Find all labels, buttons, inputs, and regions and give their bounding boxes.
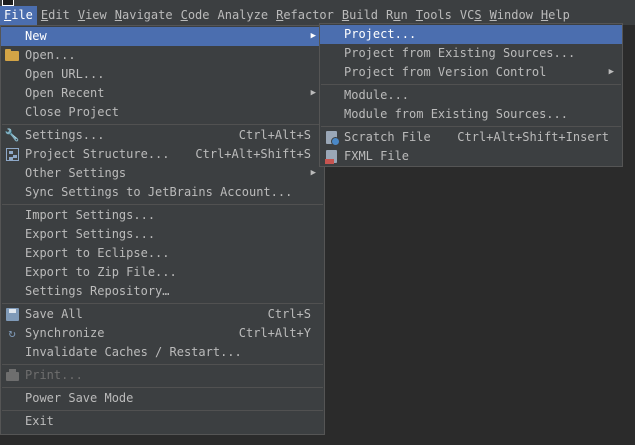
new-scratch-file-label: Scratch File <box>344 130 431 144</box>
file-invalidate-caches-item[interactable]: Invalidate Caches / Restart... <box>1 343 324 362</box>
file-open-recent-label: Open Recent <box>25 86 105 100</box>
shortcut-text: Ctrl+S <box>267 307 311 321</box>
file-open-url-item[interactable]: Open URL... <box>1 65 324 84</box>
submenu-arrow-icon: ▶ <box>310 31 316 41</box>
file-new-item[interactable]: New ▶ <box>1 27 324 46</box>
file-export-zip-item[interactable]: Export to Zip File... <box>1 263 324 282</box>
new-module-existing-label: Module from Existing Sources... <box>344 107 568 121</box>
new-fxml-file-item[interactable]: FXML File <box>320 147 622 166</box>
new-project-existing-label: Project from Existing Sources... <box>344 46 576 60</box>
file-project-structure-label: Project Structure... <box>25 147 170 161</box>
file-export-eclipse-label: Export to Eclipse... <box>25 246 170 260</box>
menu-view[interactable]: View <box>74 6 111 25</box>
new-fxml-file-label: FXML File <box>344 149 410 163</box>
shortcut-text: Ctrl+Alt+Shift+Insert <box>457 130 609 144</box>
file-other-settings-item[interactable]: Other Settings ▶ <box>1 164 324 183</box>
file-open-label: Open... <box>25 48 76 62</box>
file-export-settings-label: Export Settings... <box>25 227 156 241</box>
new-project-label: Project... <box>344 27 417 41</box>
file-project-structure-item[interactable]: Project Structure... Ctrl+Alt+Shift+S <box>1 145 324 164</box>
file-power-save-label: Power Save Mode <box>25 391 134 405</box>
file-sync-settings-item[interactable]: Sync Settings to JetBrains Account... <box>1 183 324 202</box>
file-export-settings-item[interactable]: Export Settings... <box>1 225 324 244</box>
submenu-arrow-icon: ▶ <box>310 168 316 178</box>
new-project-vcs-label: Project from Version Control <box>344 65 547 79</box>
sync-icon: ↻ <box>8 326 16 340</box>
file-settings-repository-item[interactable]: Settings Repository… <box>1 282 324 301</box>
file-exit-label: Exit <box>25 414 54 428</box>
new-scratch-file-item[interactable]: Scratch File Ctrl+Alt+Shift+Insert <box>320 128 622 147</box>
file-save-all-label: Save All <box>25 307 83 321</box>
file-close-project-label: Close Project <box>25 105 119 119</box>
submenu-arrow-icon: ▶ <box>608 67 614 77</box>
submenu-arrow-icon: ▶ <box>310 88 316 98</box>
menu-analyze[interactable]: Analyze <box>214 6 273 25</box>
file-synchronize-label: Synchronize <box>25 326 105 340</box>
file-synchronize-item[interactable]: ↻ Synchronize Ctrl+Alt+Y <box>1 324 324 343</box>
printer-icon <box>4 368 20 383</box>
file-power-save-item[interactable]: Power Save Mode <box>1 389 324 408</box>
file-new-label: New <box>25 29 47 43</box>
shortcut-text: Ctrl+Alt+Y <box>238 326 311 340</box>
file-other-settings-label: Other Settings <box>25 166 127 180</box>
file-open-recent-item[interactable]: Open Recent ▶ <box>1 84 324 103</box>
file-open-item[interactable]: Open... <box>1 46 324 65</box>
file-open-url-label: Open URL... <box>25 67 105 81</box>
menu-navigate[interactable]: Navigate <box>111 6 177 25</box>
file-save-all-item[interactable]: Save All Ctrl+S <box>1 305 324 324</box>
new-project-existing-item[interactable]: Project from Existing Sources... <box>320 44 622 63</box>
scratch-file-icon <box>323 130 340 146</box>
shortcut-text: Ctrl+Alt+Shift+S <box>195 147 311 161</box>
menu-separator <box>2 364 323 365</box>
file-import-settings-item[interactable]: Import Settings... <box>1 206 324 225</box>
menu-separator <box>321 126 621 127</box>
menu-edit[interactable]: Edit <box>37 6 74 25</box>
file-menu-dropdown: New ▶ Open... Open URL... Open Recent ▶ … <box>0 25 325 435</box>
file-settings-repository-label: Settings Repository… <box>25 284 170 298</box>
menu-file[interactable]: File <box>0 6 37 25</box>
file-export-eclipse-item[interactable]: Export to Eclipse... <box>1 244 324 263</box>
file-exit-item[interactable]: Exit <box>1 412 324 431</box>
file-print-item: Print... <box>1 366 324 385</box>
menu-separator <box>2 303 323 304</box>
new-project-item[interactable]: Project... <box>320 25 622 44</box>
file-settings-item[interactable]: 🔧 Settings... Ctrl+Alt+S <box>1 126 324 145</box>
new-submenu-dropdown: Project... Project from Existing Sources… <box>319 23 623 167</box>
file-print-label: Print... <box>25 368 83 382</box>
save-icon <box>4 307 20 322</box>
file-import-settings-label: Import Settings... <box>25 208 156 222</box>
wrench-icon: 🔧 <box>4 128 20 142</box>
file-settings-label: Settings... <box>25 128 105 142</box>
new-module-label: Module... <box>344 88 410 102</box>
file-sync-settings-label: Sync Settings to JetBrains Account... <box>25 185 293 199</box>
shortcut-text: Ctrl+Alt+S <box>238 128 311 142</box>
project-structure-icon <box>4 147 20 162</box>
file-invalidate-caches-label: Invalidate Caches / Restart... <box>25 345 242 359</box>
new-project-vcs-item[interactable]: Project from Version Control ▶ <box>320 63 622 82</box>
folder-icon <box>4 48 20 63</box>
file-close-project-item[interactable]: Close Project <box>1 103 324 122</box>
menu-code[interactable]: Code <box>177 6 214 25</box>
new-module-existing-item[interactable]: Module from Existing Sources... <box>320 105 622 124</box>
menu-separator <box>321 84 621 85</box>
new-module-item[interactable]: Module... <box>320 86 622 105</box>
menu-separator <box>2 204 323 205</box>
fxml-file-icon <box>323 149 339 164</box>
menu-separator <box>2 410 323 411</box>
file-export-zip-label: Export to Zip File... <box>25 265 177 279</box>
menu-separator <box>2 387 323 388</box>
menu-separator <box>2 124 323 125</box>
